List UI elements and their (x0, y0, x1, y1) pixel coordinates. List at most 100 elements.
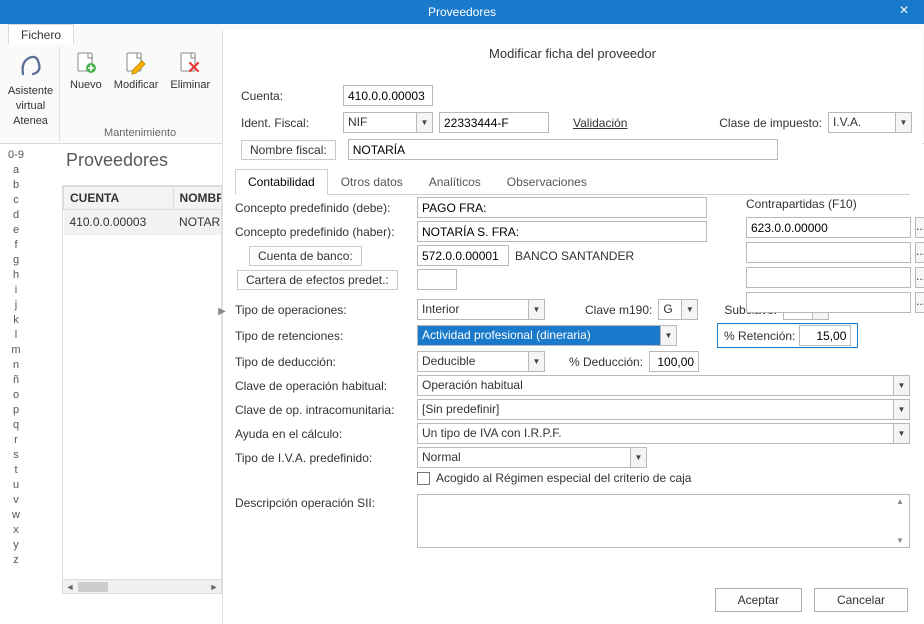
alpha-filter-w[interactable]: w (0, 508, 32, 523)
alpha-filter-i[interactable]: i (0, 283, 32, 298)
alpha-filter-t[interactable]: t (0, 463, 32, 478)
alpha-filter-f[interactable]: f (0, 238, 32, 253)
clave-op-label: Clave de operación habitual: (235, 379, 411, 393)
chevron-down-icon[interactable]: ▼ (630, 448, 646, 467)
alpha-filter-k[interactable]: k (0, 313, 32, 328)
table-row[interactable]: 410.0.0.00003 NOTARÍA (64, 210, 223, 235)
close-button[interactable]: × (884, 0, 924, 24)
alpha-filter-s[interactable]: s (0, 448, 32, 463)
chevron-down-icon[interactable]: ▼ (893, 400, 909, 419)
chevron-down-icon[interactable]: ▼ (895, 113, 911, 132)
cartera-input[interactable] (417, 269, 457, 290)
contrapartida-4-input[interactable] (746, 292, 911, 313)
nombre-fiscal-button[interactable]: Nombre fiscal: (241, 140, 336, 160)
contrapartida-4-browse[interactable]: ... (915, 292, 924, 313)
asistente-virtual-button[interactable]: Asistente virtual Atenea (2, 47, 59, 130)
providers-table[interactable]: CUENTA NOMBRE FISCAL 410.0.0.00003 NOTAR… (62, 185, 222, 594)
alpha-filter-b[interactable]: b (0, 178, 32, 193)
cancelar-button[interactable]: Cancelar (814, 588, 908, 612)
alpha-filter-q[interactable]: q (0, 418, 32, 433)
clave-intra-combo[interactable]: [Sin predefinir] ▼ (417, 399, 910, 420)
clave-op-combo[interactable]: Operación habitual ▼ (417, 375, 910, 396)
alpha-filter-u[interactable]: u (0, 478, 32, 493)
alpha-filter-m[interactable]: m (0, 343, 32, 358)
asistente-label-3: Atenea (13, 115, 48, 128)
horizontal-scrollbar[interactable]: ◄ ► (63, 579, 221, 593)
modificar-button[interactable]: Modificar (108, 47, 165, 94)
cuenta-banco-input[interactable] (417, 245, 509, 266)
clase-impuesto-value: I.V.A. (829, 113, 895, 132)
alpha-filter-n[interactable]: n (0, 358, 32, 373)
panel-collapse-handle[interactable]: ▶ (217, 300, 227, 322)
tipo-op-combo[interactable]: Interior ▼ (417, 299, 545, 320)
criterio-caja-checkbox[interactable]: Acogido al Régimen especial del criterio… (417, 471, 691, 485)
clave-op-value: Operación habitual (418, 376, 893, 395)
scroll-up-icon[interactable]: ▲ (893, 497, 907, 506)
contrapartida-1-input[interactable] (746, 217, 911, 238)
contrapartida-2-input[interactable] (746, 242, 911, 263)
alpha-filter-d[interactable]: d (0, 208, 32, 223)
nuevo-button[interactable]: Nuevo (64, 47, 108, 94)
contrapartida-1-browse[interactable]: ... (915, 217, 924, 238)
col-nombre[interactable]: NOMBRE FISCAL (173, 187, 222, 210)
scroll-left-icon[interactable]: ◄ (63, 582, 77, 592)
alpha-filter-p[interactable]: p (0, 403, 32, 418)
chevron-down-icon[interactable]: ▼ (416, 113, 432, 132)
alpha-filter-e[interactable]: e (0, 223, 32, 238)
pct-ret-input[interactable] (799, 325, 851, 346)
chevron-down-icon[interactable]: ▼ (893, 376, 909, 395)
alpha-filter-ñ[interactable]: ñ (0, 373, 32, 388)
cuenta-banco-button[interactable]: Cuenta de banco: (249, 246, 362, 266)
validacion-link[interactable]: Validación (573, 116, 627, 130)
ident-fiscal-label: Ident. Fiscal: (241, 116, 337, 130)
tipo-ded-combo[interactable]: Deducible ▼ (417, 351, 545, 372)
nif-type-combo[interactable]: NIF ▼ (343, 112, 433, 133)
scroll-right-icon[interactable]: ► (207, 582, 221, 592)
alpha-filter-j[interactable]: j (0, 298, 32, 313)
contrapartida-3-browse[interactable]: ... (915, 267, 924, 288)
chevron-down-icon[interactable]: ▼ (528, 300, 544, 319)
alpha-filter-0-9[interactable]: 0-9 (0, 148, 32, 163)
alpha-filter-g[interactable]: g (0, 253, 32, 268)
alpha-filter-a[interactable]: a (0, 163, 32, 178)
pct-ded-input[interactable] (649, 351, 699, 372)
tab-contabilidad[interactable]: Contabilidad (235, 169, 328, 195)
tab-observaciones[interactable]: Observaciones (494, 169, 600, 195)
tab-otros-datos[interactable]: Otros datos (328, 169, 416, 195)
chevron-down-icon[interactable]: ▼ (660, 326, 676, 345)
ribbon-tab-fichero[interactable]: Fichero (8, 24, 74, 44)
desc-sii-label: Descripción operación SII: (235, 494, 411, 510)
chevron-down-icon[interactable]: ▼ (893, 424, 909, 443)
alpha-filter-z[interactable]: z (0, 553, 32, 568)
chevron-down-icon[interactable]: ▼ (681, 300, 697, 319)
col-cuenta[interactable]: CUENTA (64, 187, 174, 210)
alpha-filter-y[interactable]: y (0, 538, 32, 553)
contrapartida-2-browse[interactable]: ... (915, 242, 924, 263)
clave-m190-combo[interactable]: G ▼ (658, 299, 698, 320)
tipo-iva-combo[interactable]: Normal ▼ (417, 447, 647, 468)
alpha-filter-l[interactable]: l (0, 328, 32, 343)
scroll-down-icon[interactable]: ▼ (893, 536, 907, 545)
concepto-debe-input[interactable] (417, 197, 707, 218)
cuenta-input[interactable] (343, 85, 433, 106)
clase-impuesto-combo[interactable]: I.V.A. ▼ (828, 112, 912, 133)
chevron-down-icon[interactable]: ▼ (528, 352, 544, 371)
tab-analiticos[interactable]: Analíticos (416, 169, 494, 195)
tipo-ret-combo[interactable]: Actividad profesional (dineraria) ▼ (417, 325, 677, 346)
nombre-fiscal-input[interactable] (348, 139, 778, 160)
eliminar-button[interactable]: Eliminar (164, 47, 216, 94)
alpha-filter-h[interactable]: h (0, 268, 32, 283)
alpha-filter-r[interactable]: r (0, 433, 32, 448)
alpha-filter-o[interactable]: o (0, 388, 32, 403)
contrapartida-3-input[interactable] (746, 267, 911, 288)
concepto-haber-input[interactable] (417, 221, 707, 242)
nif-input[interactable] (439, 112, 549, 133)
alpha-filter-c[interactable]: c (0, 193, 32, 208)
alpha-filter-v[interactable]: v (0, 493, 32, 508)
ayuda-combo[interactable]: Un tipo de IVA con I.R.P.F. ▼ (417, 423, 910, 444)
checkbox-box[interactable] (417, 472, 430, 485)
aceptar-button[interactable]: Aceptar (715, 588, 802, 612)
alpha-filter-x[interactable]: x (0, 523, 32, 538)
desc-sii-textarea[interactable]: ▲ ▼ (417, 494, 910, 548)
cartera-button[interactable]: Cartera de efectos predet.: (237, 270, 398, 290)
